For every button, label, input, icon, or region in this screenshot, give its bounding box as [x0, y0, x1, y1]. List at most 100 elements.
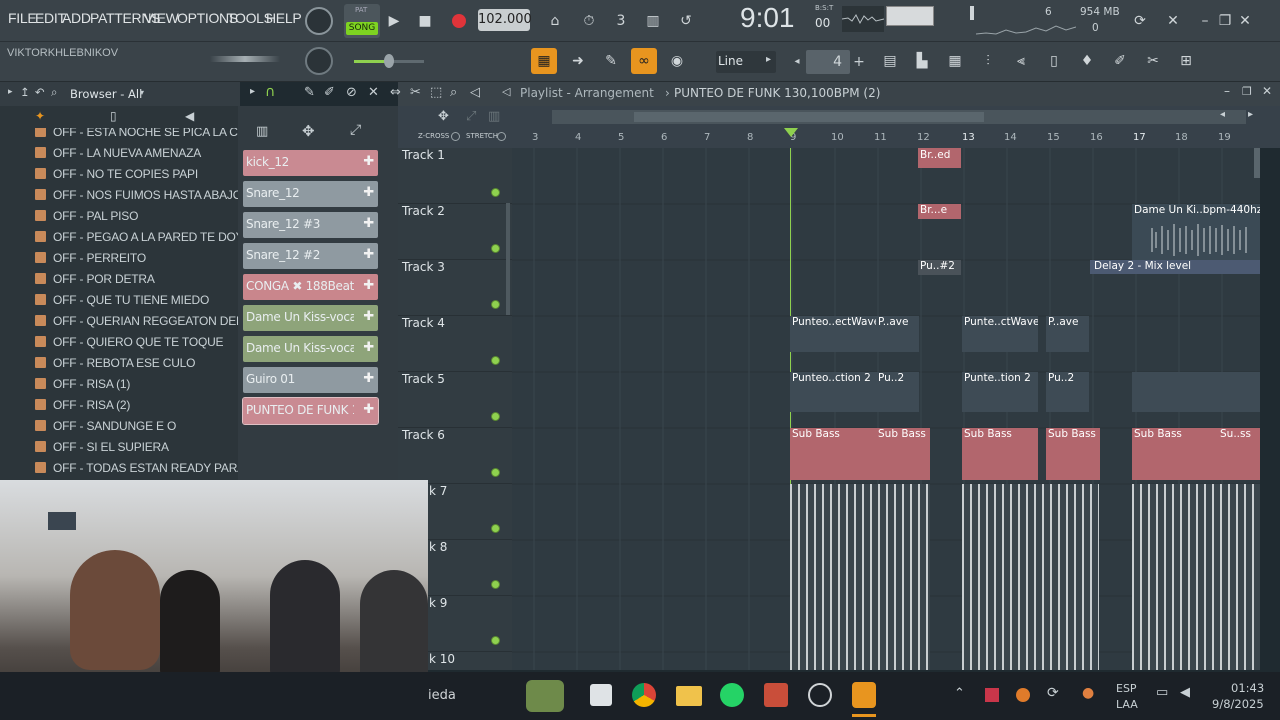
fl-studio-icon[interactable] — [852, 682, 876, 708]
up-icon[interactable]: ↥ — [20, 85, 30, 99]
whatsapp-icon[interactable] — [720, 683, 744, 707]
menu-help[interactable]: HELP — [266, 10, 302, 26]
browser-item[interactable]: OFF - SI EL SUPIERA — [0, 437, 238, 458]
rack-edit-icon[interactable]: ⤢ — [350, 122, 361, 138]
pattern-clip[interactable]: Punte..tion 2 — [962, 372, 1038, 412]
magnet-icon[interactable]: ∩ — [265, 84, 275, 100]
paint-icon[interactable]: ✐ — [324, 85, 335, 100]
taskbar-search-text[interactable]: ieda — [428, 688, 456, 703]
channel-button[interactable]: Guiro 01 ✚ — [243, 367, 378, 393]
select-icon[interactable]: ⬚ — [430, 85, 442, 100]
browser-item[interactable]: OFF - PAL PISO — [0, 206, 238, 227]
scroll-right-icon[interactable]: ▸ — [1248, 109, 1253, 120]
pencil-icon[interactable]: ✎ — [304, 85, 315, 100]
playlist-nav-icon[interactable]: ◁ — [502, 85, 510, 98]
track-enable-dot[interactable] — [491, 356, 500, 365]
browser-menu-icon[interactable]: ▾ — [140, 88, 144, 97]
pattern-add-icon[interactable]: + — [852, 51, 866, 73]
browser-filter-icon[interactable]: ✦ — [35, 109, 45, 123]
pattern-clip[interactable]: Punte..ctWave — [962, 316, 1038, 352]
channel-button[interactable]: PUNTEO DE FUNK 130... ✚ — [242, 397, 379, 425]
playlist-icon[interactable]: ▤ — [877, 48, 903, 74]
pattern-clip[interactable]: P..ave — [876, 316, 919, 352]
pattern-number[interactable]: 4 — [806, 50, 850, 74]
collapse-icon[interactable]: ▸ — [8, 87, 13, 97]
tray-icon[interactable] — [1016, 688, 1030, 702]
track-header[interactable]: Track 2 — [398, 204, 512, 260]
pat-song-switch[interactable]: PAT SONG — [344, 4, 380, 38]
record-button[interactable] — [446, 8, 472, 34]
back-icon[interactable]: ↶ — [35, 85, 45, 99]
channel-button[interactable]: Snare_12 ✚ — [243, 181, 378, 207]
channel-button[interactable]: Dame Un Kiss-vocals... ✚ — [243, 305, 378, 331]
widget-icon[interactable] — [526, 680, 564, 712]
browser-item[interactable]: OFF - TODAS ESTAN READY PARA MOVER EL CU — [0, 458, 238, 479]
piano-roll-icon[interactable]: ▦ — [531, 48, 557, 74]
channel-button[interactable]: Snare_12 #2 ✚ — [243, 243, 378, 269]
countdown-icon[interactable]: 3 — [608, 8, 634, 34]
rack-swing-icon[interactable]: ✥ — [302, 122, 315, 140]
snap-select[interactable]: Line ▸ — [716, 51, 776, 73]
playlist-grid[interactable]: Br..ed Br...e Dame Un Ki..bpm-440hz Pu..… — [512, 148, 1260, 670]
delete-icon[interactable]: ⊘ — [346, 85, 357, 100]
automation-clip[interactable]: Delay 2 - Mix level — [1090, 260, 1260, 274]
track-header[interactable]: Track 6 — [398, 428, 512, 484]
plugin-icon[interactable]: ♦ — [1074, 48, 1100, 74]
channel-button[interactable]: Dame Un Kiss-vocals... ✚ — [243, 336, 378, 362]
track-enable-dot[interactable] — [491, 188, 500, 197]
browser-speaker-icon[interactable]: ◀ — [185, 109, 194, 123]
track-header[interactable]: Track 3 — [398, 260, 512, 316]
cart-icon[interactable]: ⊞ — [1173, 48, 1199, 74]
tempo-tapper-icon[interactable]: ✂ — [1140, 48, 1166, 74]
rack-graph-icon[interactable]: ▥ — [256, 124, 268, 139]
master-volume-knob[interactable] — [305, 7, 333, 35]
stamp-icon[interactable]: ◉ — [664, 48, 690, 74]
network-icon[interactable]: ▭ — [1156, 685, 1168, 700]
track-enable-dot[interactable] — [491, 580, 500, 589]
brush-icon[interactable]: ✎ — [598, 48, 624, 74]
track-enable-dot[interactable] — [491, 244, 500, 253]
mixer-icon[interactable]: ⫶ — [975, 48, 1001, 74]
track-header[interactable]: Track 1 — [398, 148, 512, 204]
restore-icon[interactable]: ❐ — [1216, 8, 1234, 34]
refresh-icon[interactable]: ⟳ — [1127, 8, 1153, 34]
scroll-left-icon[interactable]: ◂ — [1220, 109, 1225, 120]
browser-item[interactable]: OFF - PERREITO — [0, 248, 238, 269]
browser-item[interactable]: OFF - QUERIAN REGGEATON DEL BUENO — [0, 311, 238, 332]
keyboard-layout[interactable]: LAA — [1116, 698, 1138, 711]
pattern-clip[interactable]: Sub Bass — [1132, 428, 1218, 480]
track-enable-dot[interactable] — [491, 524, 500, 533]
search-icon[interactable]: ⌕ — [51, 85, 57, 100]
channel-button[interactable]: Snare_12 #3 ✚ — [243, 212, 378, 238]
track-enable-dot[interactable] — [491, 300, 500, 309]
master-volume-slider[interactable] — [354, 54, 424, 68]
pattern-clip[interactable]: Sub Bass — [876, 428, 930, 480]
browser-file-icon[interactable]: ▯ — [110, 109, 117, 123]
piano-roll-window-icon[interactable]: ▦ — [942, 48, 968, 74]
zcross-toggle[interactable] — [451, 132, 460, 141]
pattern-clip[interactable]: Pu..2 — [1046, 372, 1089, 412]
play-button[interactable]: ▶ — [381, 8, 407, 34]
playlist-close-icon[interactable]: ✕ — [1262, 84, 1272, 98]
zoom-tool-icon[interactable]: ⤢ — [466, 109, 476, 124]
sync-icon[interactable]: ⟳ — [1047, 685, 1059, 701]
pattern-clip[interactable]: Su..ss — [1218, 428, 1260, 480]
chrome-icon[interactable] — [632, 683, 656, 707]
audio-clip[interactable]: Dame Un Ki..bpm-440hz — [1132, 204, 1260, 260]
arrow-icon[interactable]: ➜ — [565, 48, 591, 74]
menu-view[interactable]: VIEW — [144, 10, 179, 26]
browser-icon[interactable]: ▯ — [1041, 48, 1067, 74]
browser-item[interactable]: OFF - ESTA NOCHE SE PICA LA CLANDESTINA — [0, 128, 238, 143]
vertical-scrollbar[interactable] — [1254, 148, 1260, 178]
audio-clip-group[interactable] — [1132, 484, 1260, 670]
track-header[interactable]: Track 4 — [398, 316, 512, 372]
minimize-icon[interactable]: – — [1196, 8, 1214, 34]
browser-item[interactable]: OFF - REBOTA ESE CULO — [0, 353, 238, 374]
metronome-icon[interactable]: ⌂ — [542, 8, 568, 34]
mic-icon[interactable]: ● — [1082, 685, 1094, 701]
current-pattern[interactable]: PUNTEO DE FUNK 130,100BPM (2) — [674, 86, 880, 100]
chevron-up-icon[interactable]: ⌃ — [954, 686, 965, 701]
horizontal-scrollbar[interactable] — [552, 110, 1246, 124]
pattern-clip[interactable]: Pu..#2 — [918, 260, 961, 275]
browser-item[interactable]: OFF - QUE TU TIENE MIEDO — [0, 290, 238, 311]
